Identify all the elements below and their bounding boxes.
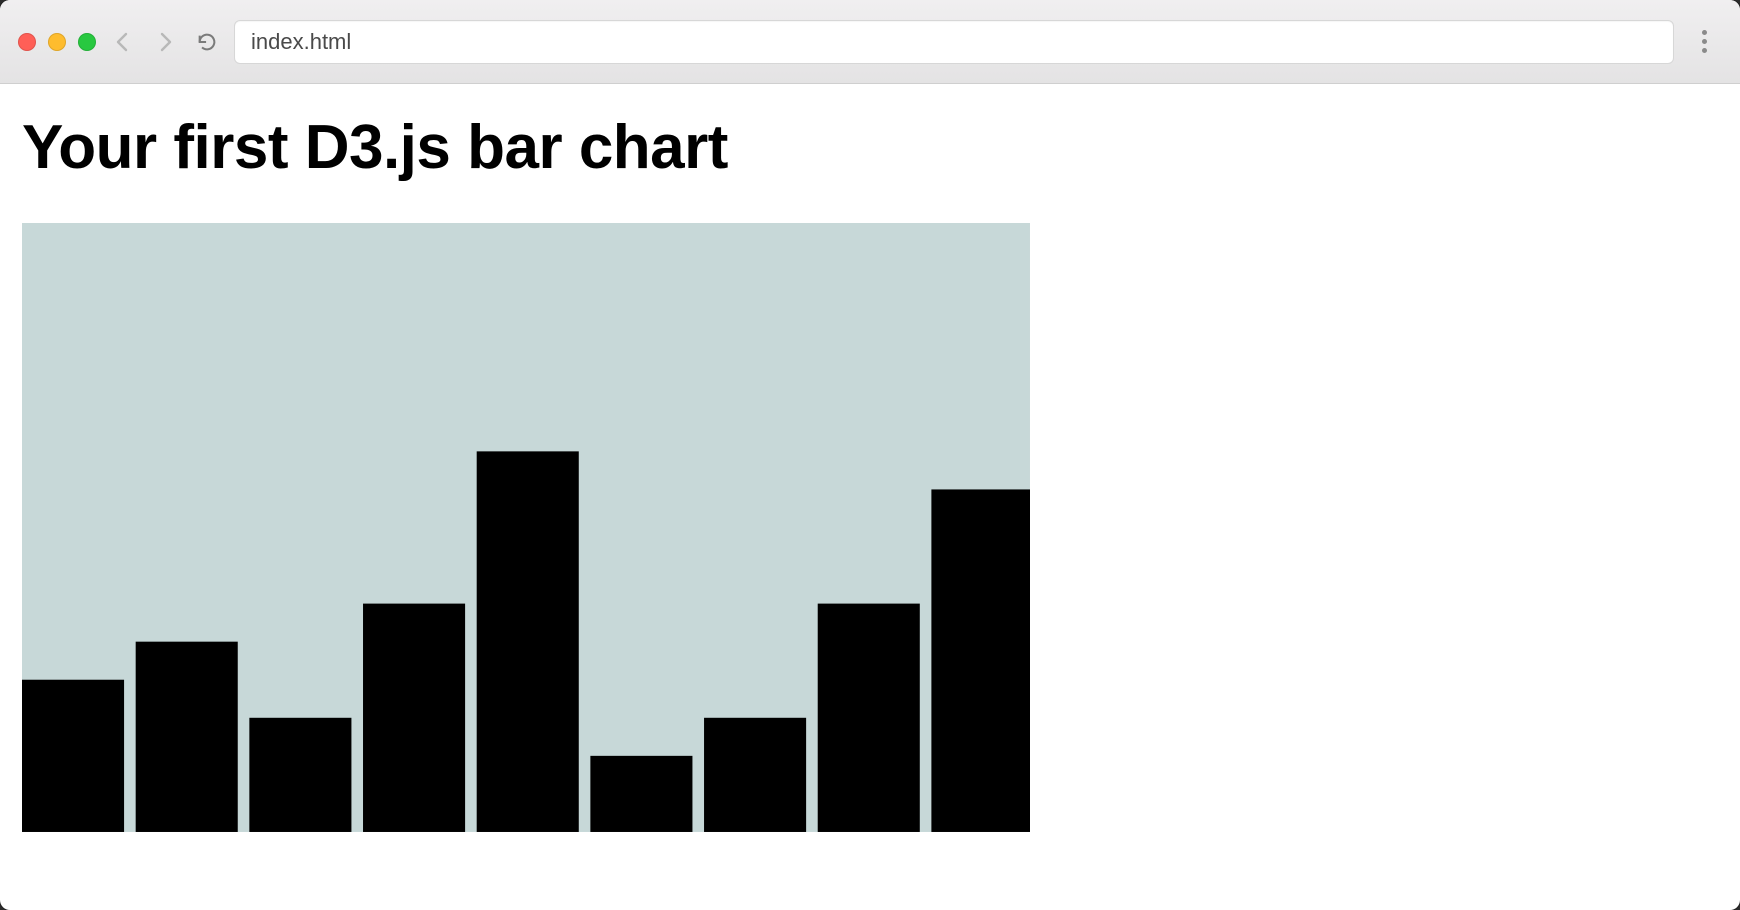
close-window-button[interactable] — [18, 33, 36, 51]
browser-titlebar: index.html — [0, 0, 1740, 84]
minimize-window-button[interactable] — [48, 33, 66, 51]
arrow-left-icon — [111, 30, 135, 54]
address-bar-text: index.html — [251, 29, 351, 55]
bar — [136, 642, 238, 832]
address-bar[interactable]: index.html — [234, 20, 1674, 64]
bar-chart — [22, 223, 1030, 832]
window-controls — [18, 33, 96, 51]
bar-chart-svg — [22, 223, 1030, 832]
page-title: Your first D3.js bar chart — [22, 112, 1718, 183]
browser-window: index.html Your first D3.js bar chart — [0, 0, 1740, 910]
bar — [249, 718, 351, 832]
bar — [590, 756, 692, 832]
back-button[interactable] — [108, 27, 138, 57]
browser-menu-button[interactable] — [1686, 30, 1722, 53]
dots-icon — [1702, 30, 1707, 35]
bar — [704, 718, 806, 832]
bar — [818, 604, 920, 832]
bar — [363, 604, 465, 832]
bar — [931, 489, 1030, 832]
forward-button[interactable] — [150, 27, 180, 57]
reload-button[interactable] — [192, 27, 222, 57]
bar — [22, 680, 124, 832]
arrow-right-icon — [153, 30, 177, 54]
bar — [477, 451, 579, 832]
reload-icon — [196, 31, 218, 53]
page-content: Your first D3.js bar chart — [0, 84, 1740, 860]
maximize-window-button[interactable] — [78, 33, 96, 51]
